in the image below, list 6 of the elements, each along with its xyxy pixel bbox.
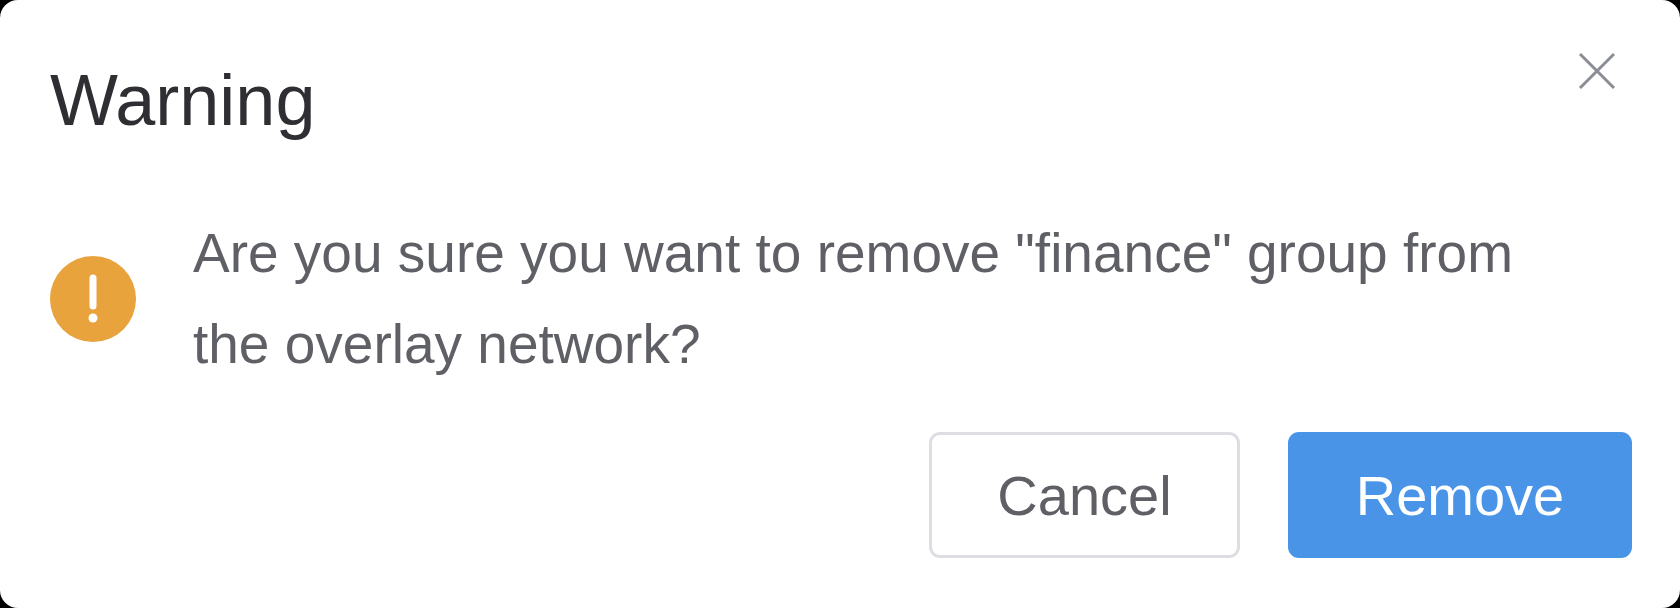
cancel-button[interactable]: Cancel xyxy=(929,432,1240,558)
close-button[interactable] xyxy=(1578,52,1616,90)
close-icon xyxy=(1578,52,1616,90)
remove-button[interactable]: Remove xyxy=(1288,432,1632,558)
warning-message: Are you sure you want to remove "finance" group from the overlay network? xyxy=(193,221,1514,377)
warning-icon xyxy=(50,256,136,342)
